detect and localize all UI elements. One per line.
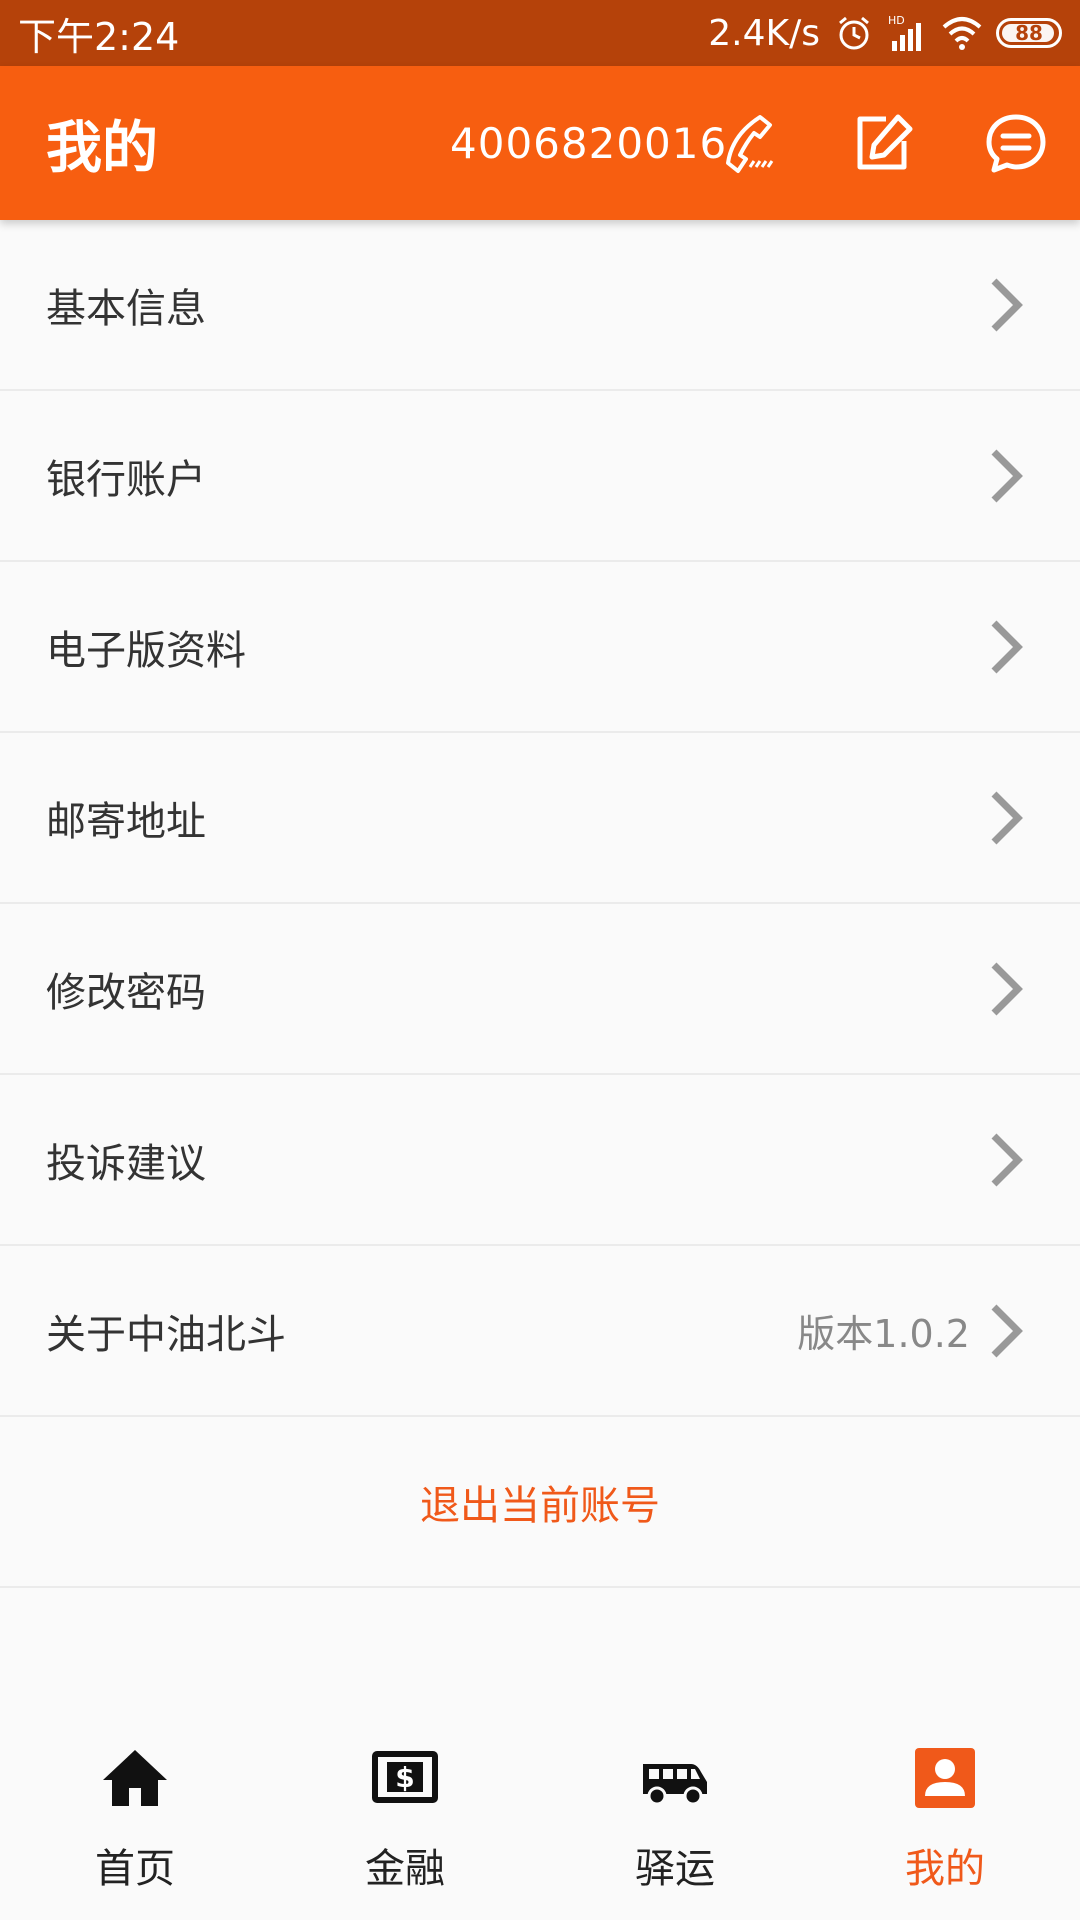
version-label: 版本1.0.2: [797, 1312, 970, 1356]
svg-text:$: $: [395, 1761, 414, 1794]
menu-item-bank-account[interactable]: 银行账户: [0, 391, 1080, 562]
battery-icon: 88: [996, 18, 1062, 48]
battery-level: 88: [1015, 21, 1043, 45]
hd-signal-icon: HD: [888, 14, 921, 51]
bottom-tab-bar: 首页 $ 金融 驿运 我的: [0, 1700, 1080, 1920]
chevron-right-icon: [991, 962, 1023, 1015]
dollar-icon: $: [372, 1751, 438, 1803]
profile-icon: [915, 1748, 975, 1808]
alarm-icon: [839, 16, 869, 50]
menu-item-about[interactable]: 关于中油北斗 版本1.0.2: [0, 1246, 1080, 1417]
menu-item-electronic-docs[interactable]: 电子版资料: [0, 562, 1080, 733]
tab-home[interactable]: 首页: [0, 1700, 270, 1920]
menu-item-label: 修改密码: [46, 969, 206, 1016]
status-icons: 2.4K/s HD 88: [708, 13, 1062, 54]
van-icon: [643, 1764, 707, 1806]
home-icon: [103, 1750, 167, 1806]
edit-icon[interactable]: [852, 111, 916, 175]
chevron-right-icon: [991, 620, 1023, 673]
network-speed: 2.4K/s: [708, 12, 820, 54]
svg-text:HD: HD: [888, 14, 905, 27]
menu-item-label: 邮寄地址: [46, 798, 206, 845]
app-bar: 我的 4006820016: [0, 66, 1080, 220]
hotline-number[interactable]: 4006820016: [450, 119, 727, 168]
settings-menu: 基本信息 银行账户 电子版资料 邮寄地址 修改密码 投诉建议 关于中油北斗 版本…: [0, 220, 1080, 1588]
menu-item-label: 银行账户: [46, 456, 206, 503]
menu-item-label: 电子版资料: [46, 627, 246, 674]
menu-item-label: 基本信息: [46, 285, 206, 332]
menu-item-complaints[interactable]: 投诉建议: [0, 1075, 1080, 1246]
status-time: 下午2:24: [18, 14, 180, 59]
menu-item-mailing-address[interactable]: 邮寄地址: [0, 733, 1080, 904]
logout-label: 退出当前账号: [420, 1482, 660, 1529]
logout-button[interactable]: 退出当前账号: [0, 1417, 1080, 1588]
menu-item-basic-info[interactable]: 基本信息: [0, 220, 1080, 391]
chevron-right-icon: [991, 791, 1023, 844]
tab-label: 金融: [365, 1846, 445, 1892]
chevron-right-icon: [991, 1304, 1023, 1357]
status-bar: 下午2:24 2.4K/s HD 88: [0, 0, 1080, 66]
wifi-icon: [942, 17, 982, 50]
chevron-right-icon: [991, 278, 1023, 331]
tab-profile[interactable]: 我的: [810, 1700, 1080, 1920]
chevron-right-icon: [991, 1133, 1023, 1186]
tab-label: 我的: [905, 1846, 985, 1892]
menu-item-label: 投诉建议: [46, 1140, 206, 1187]
message-icon[interactable]: [984, 111, 1048, 175]
phone-icon[interactable]: [720, 111, 784, 175]
menu-item-label: 关于中油北斗: [46, 1311, 286, 1358]
menu-item-change-password[interactable]: 修改密码: [0, 904, 1080, 1075]
tab-label: 驿运: [635, 1846, 715, 1892]
tab-label: 首页: [95, 1846, 175, 1892]
chevron-right-icon: [991, 449, 1023, 502]
page-title: 我的: [46, 115, 158, 181]
tab-logistics[interactable]: 驿运: [540, 1700, 810, 1920]
tab-finance[interactable]: $ 金融: [270, 1700, 540, 1920]
